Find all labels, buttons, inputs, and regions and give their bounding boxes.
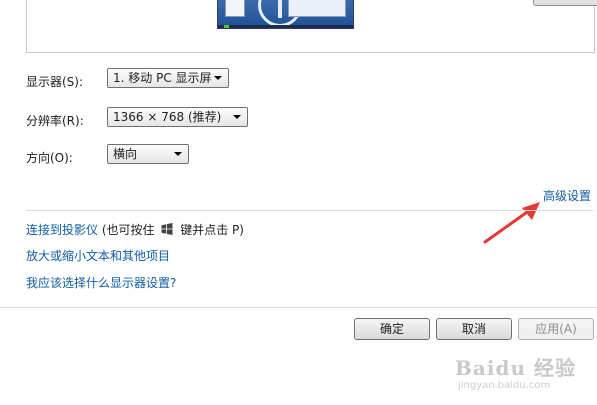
text-size-link[interactable]: 放大或缩小文本和其他项目 [26, 247, 170, 264]
divider [0, 307, 597, 308]
resolution-select[interactable]: 1366 × 768 (推荐) [107, 107, 248, 127]
projector-hint-text: (也可按住 [101, 223, 155, 237]
identify-button[interactable] [533, 0, 597, 6]
monitor-label: 显示器(S): [26, 75, 84, 89]
chevron-down-icon [214, 76, 222, 80]
monitor-preview-icon[interactable] [217, 0, 354, 29]
taskbar-preview [218, 25, 353, 28]
connect-projector-link[interactable]: 连接到投影仪 [26, 223, 98, 237]
divider [26, 210, 593, 211]
display-preview-panel [26, 0, 597, 53]
chevron-down-icon [174, 152, 182, 156]
advanced-settings-link[interactable]: 高级设置 [543, 187, 591, 204]
which-settings-link[interactable]: 我应该选择什么显示器设置? [26, 274, 176, 291]
annotation-arrow-icon [483, 202, 540, 244]
start-button-preview [224, 25, 229, 28]
monitor-select[interactable]: 1. 移动 PC 显示屏 [107, 68, 229, 88]
baidu-watermark-logo: Baidu 经验 [455, 356, 576, 380]
window-thumbnail-icon [225, 0, 245, 17]
orientation-select-value: 横向 [113, 147, 138, 161]
watermark-url: jingyan.baidu.com [458, 380, 551, 391]
resolution-select-value: 1366 × 768 (推荐) [113, 110, 222, 124]
window-thumbnail-icon [288, 0, 346, 17]
resolution-label: 分辨率(R): [26, 114, 84, 128]
ok-button[interactable]: 确定 [354, 318, 430, 340]
projector-hint-text-end: 键并点击 P) [180, 223, 244, 237]
projector-line: 连接到投影仪 (也可按住 键并点击 P) [26, 221, 244, 238]
windows-logo-icon [161, 223, 173, 235]
cancel-button[interactable]: 取消 [436, 318, 512, 340]
chevron-down-icon [233, 115, 241, 119]
orientation-select[interactable]: 横向 [107, 144, 189, 164]
apply-button[interactable]: 应用(A) [518, 318, 594, 340]
monitor-select-value: 1. 移动 PC 显示屏 [113, 71, 212, 85]
orientation-label: 方向(O): [26, 151, 73, 165]
